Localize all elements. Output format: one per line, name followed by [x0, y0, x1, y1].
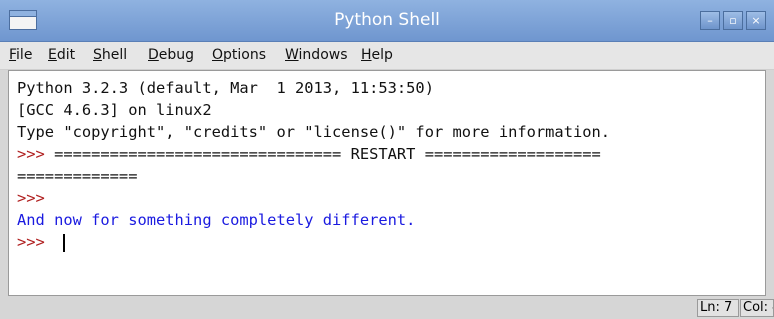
menu-debug[interactable]: Debug	[148, 47, 194, 63]
menu-shell[interactable]: Shell	[93, 47, 127, 63]
title-bar[interactable]: Python Shell – ▫ ×	[0, 0, 774, 42]
menu-file[interactable]: File	[9, 47, 32, 63]
shell-line-restart: >>> =============================== REST…	[17, 143, 601, 165]
shell-prompt: >>>	[17, 145, 45, 163]
shell-line-info: Type "copyright", "credits" or "license(…	[17, 123, 611, 141]
menu-windows[interactable]: Windows	[285, 47, 348, 63]
shell-line-restart-wrap: =============	[17, 167, 138, 185]
status-col: Col: 4	[740, 299, 774, 317]
maximize-icon[interactable]: ▫	[723, 11, 743, 30]
window-title: Python Shell	[334, 10, 440, 30]
shell-line-banner: Python 3.2.3 (default, Mar 1 2013, 11:53…	[17, 79, 434, 97]
close-icon[interactable]: ×	[746, 11, 766, 30]
restart-banner: =============================== RESTART …	[44, 145, 601, 163]
status-line: Ln: 7	[697, 299, 739, 317]
text-cursor	[63, 234, 65, 252]
status-bar: Ln: 7 Col: 4	[0, 296, 774, 319]
window-controls: – ▫ ×	[700, 11, 766, 30]
menu-help[interactable]: Help	[361, 47, 393, 63]
shell-output: And now for something completely differe…	[17, 211, 416, 229]
menu-options[interactable]: Options	[212, 47, 266, 63]
minimize-icon[interactable]: –	[700, 11, 720, 30]
shell-text-area[interactable]: Python 3.2.3 (default, Mar 1 2013, 11:53…	[8, 70, 766, 296]
menu-edit[interactable]: Edit	[48, 47, 75, 63]
shell-prompt-current: >>>	[17, 233, 45, 251]
menu-bar: File Edit Shell Debug Options Windows He…	[0, 42, 774, 70]
shell-prompt: >>>	[17, 189, 45, 207]
shell-line-compiler: [GCC 4.6.3] on linux2	[17, 101, 212, 119]
